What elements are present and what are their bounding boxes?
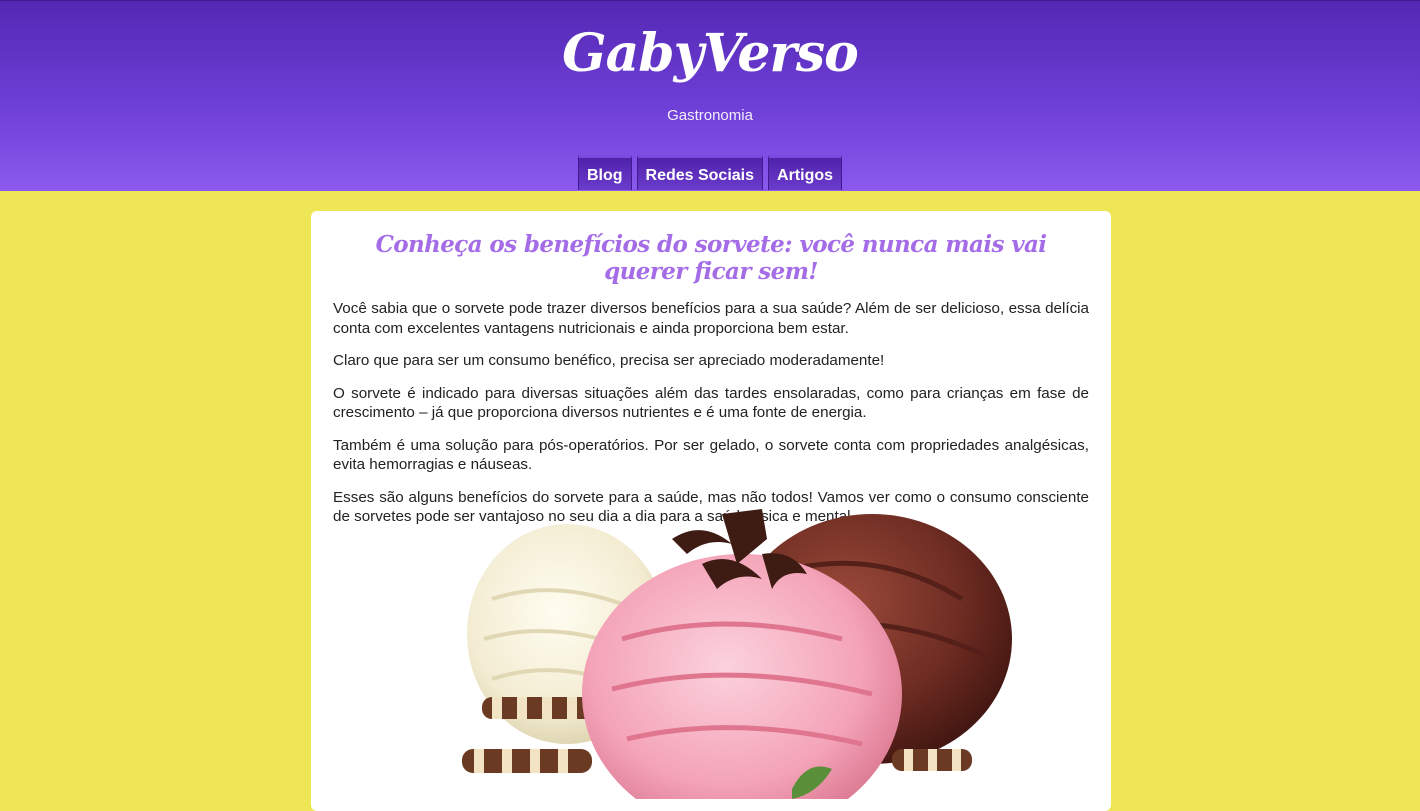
article-paragraph: O sorvete é indicado para diversas situa…	[333, 384, 1089, 422]
article-card: Conheça os benefícios do sorvete: você n…	[311, 211, 1111, 811]
site-logo[interactable]: GabyVerso	[0, 23, 1420, 84]
nav-item-blog[interactable]: Blog	[577, 155, 632, 190]
article-paragraph: Claro que para ser um consumo benéfico, …	[333, 352, 885, 369]
nav-item-artigos[interactable]: Artigos	[768, 155, 843, 190]
ice-cream-image	[462, 509, 1017, 811]
site-tagline: Gastronomia	[667, 107, 753, 124]
article-paragraph: Também é uma solução para pós-operatório…	[333, 436, 1089, 474]
main-nav: Blog Redes Sociais Artigos	[0, 155, 1420, 190]
article-title: Conheça os benefícios do sorvete: você n…	[375, 231, 1047, 285]
ice-cream-illustration	[462, 509, 1012, 811]
nav-item-redes-sociais[interactable]: Redes Sociais	[636, 155, 764, 190]
article-paragraph: Você sabia que o sorvete pode trazer div…	[333, 300, 1089, 337]
site-header: GabyVerso Gastronomia Blog Redes Sociais…	[0, 0, 1420, 191]
